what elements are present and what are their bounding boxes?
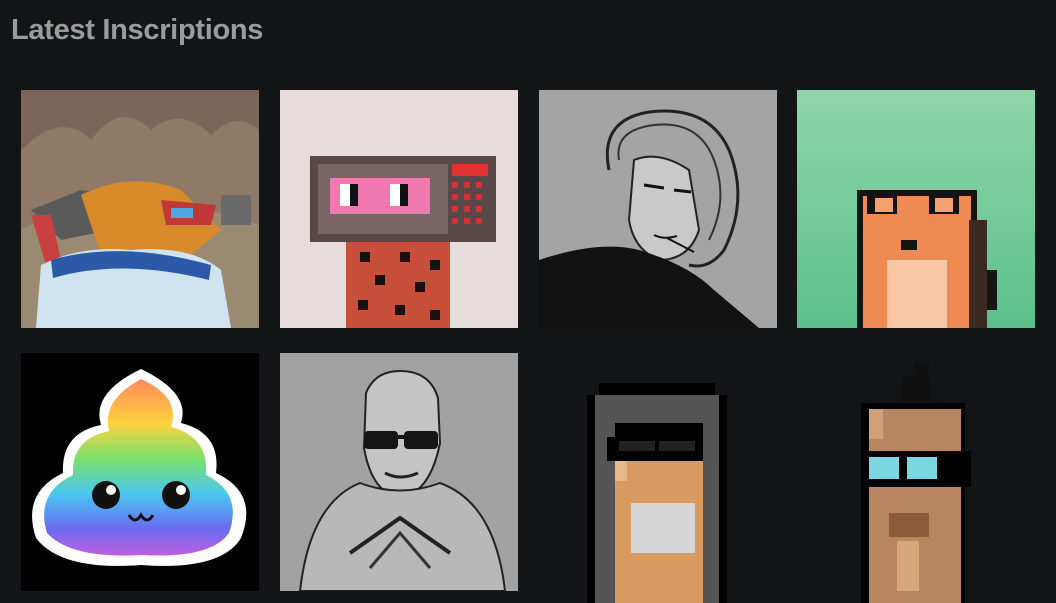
inscription-card-lizard[interactable]: [21, 90, 259, 328]
inscription-card-mohawk-pixel[interactable]: [797, 353, 1035, 603]
inscription-card-bald-man[interactable]: [280, 353, 518, 591]
inscription-image-box-head: [280, 90, 518, 328]
inscription-image-mohawk-pixel: [797, 353, 1035, 603]
inscription-card-hooded-pixel[interactable]: [539, 353, 777, 603]
inscription-image-sketch-portrait: [539, 90, 777, 328]
inscription-image-lizard: [21, 90, 259, 328]
inscription-card-rainbow-poop[interactable]: [21, 353, 259, 591]
inscriptions-grid: [0, 0, 1056, 603]
inscription-image-frog: [797, 90, 1035, 328]
inscription-card-frog[interactable]: [797, 90, 1035, 328]
inscription-card-sketch-portrait[interactable]: [539, 90, 777, 328]
inscription-image-hooded-pixel: [539, 353, 777, 603]
inscription-image-rainbow-poop: [21, 353, 259, 591]
inscription-card-box-head[interactable]: [280, 90, 518, 328]
inscription-image-bald-man: [280, 353, 518, 591]
